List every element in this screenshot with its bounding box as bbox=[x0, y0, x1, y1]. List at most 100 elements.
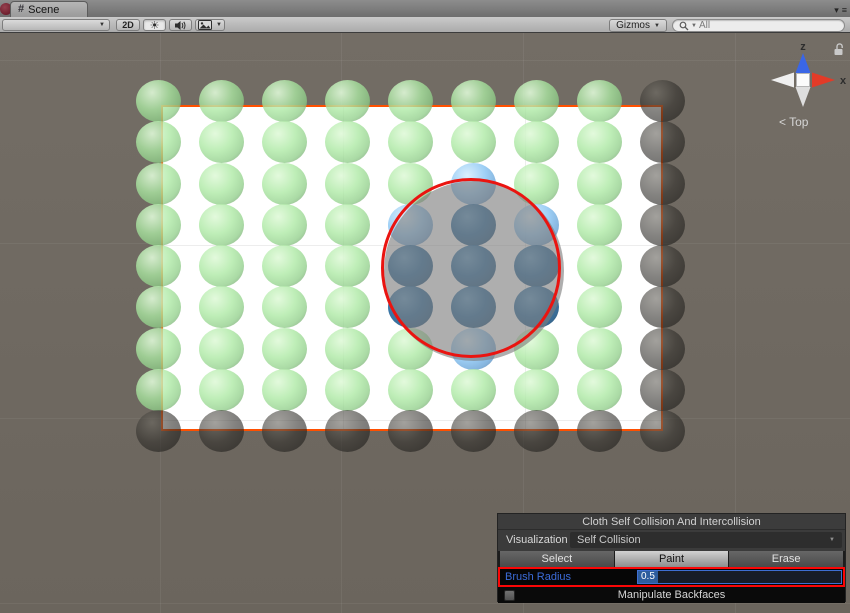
cloth-particle[interactable] bbox=[199, 410, 244, 452]
cloth-particle[interactable] bbox=[451, 369, 496, 411]
effects-toggle-button[interactable] bbox=[195, 19, 215, 31]
cloth-particle[interactable] bbox=[577, 204, 622, 246]
cloth-particle[interactable] bbox=[388, 80, 433, 122]
search-scope-label: All bbox=[699, 20, 710, 31]
cloth-particle[interactable] bbox=[640, 163, 685, 205]
cloth-particle[interactable] bbox=[577, 245, 622, 287]
cloth-particle[interactable] bbox=[199, 286, 244, 328]
cloth-particle[interactable] bbox=[262, 245, 307, 287]
gizmos-dropdown[interactable]: Gizmos ▼ bbox=[609, 19, 667, 32]
visualization-label: Visualization bbox=[506, 534, 568, 546]
tab-scene[interactable]: # Scene bbox=[10, 1, 88, 17]
brush-radius-value: 0.5 bbox=[638, 571, 658, 583]
tab-paint[interactable]: Paint bbox=[615, 551, 729, 567]
cloth-particle[interactable] bbox=[199, 204, 244, 246]
cloth-particle[interactable] bbox=[136, 369, 181, 411]
cloth-particle[interactable] bbox=[325, 121, 370, 163]
cloth-particle[interactable] bbox=[388, 369, 433, 411]
cloth-particle[interactable] bbox=[325, 369, 370, 411]
z-axis-label: z bbox=[800, 41, 806, 53]
tab-erase[interactable]: Erase bbox=[729, 551, 843, 567]
cloth-particle[interactable] bbox=[136, 80, 181, 122]
neg-x-axis-cone[interactable] bbox=[771, 73, 794, 88]
cloth-particle[interactable] bbox=[514, 369, 559, 411]
cloth-particle[interactable] bbox=[262, 286, 307, 328]
cloth-particle[interactable] bbox=[451, 80, 496, 122]
scene-viewport[interactable]: z x < Top Cloth Self Collision And Inter… bbox=[0, 33, 850, 613]
cloth-particle[interactable] bbox=[262, 163, 307, 205]
cloth-particle[interactable] bbox=[640, 204, 685, 246]
brush-radius-field[interactable]: 0.5 bbox=[637, 570, 842, 584]
chevron-down-icon: ▼ bbox=[829, 537, 835, 543]
effects-dropdown[interactable]: ▼ bbox=[214, 19, 225, 31]
cloth-particle[interactable] bbox=[262, 369, 307, 411]
cloth-particle[interactable] bbox=[577, 410, 622, 452]
cloth-particle[interactable] bbox=[325, 163, 370, 205]
cloth-particle[interactable] bbox=[325, 410, 370, 452]
z-axis-cone[interactable] bbox=[796, 53, 811, 73]
cloth-particle[interactable] bbox=[199, 163, 244, 205]
cloth-particle[interactable] bbox=[640, 328, 685, 370]
cloth-particle[interactable] bbox=[262, 80, 307, 122]
cloth-particle[interactable] bbox=[199, 328, 244, 370]
search-icon bbox=[679, 21, 689, 31]
cloth-particle[interactable] bbox=[136, 328, 181, 370]
cloth-particle[interactable] bbox=[577, 328, 622, 370]
cloth-particle[interactable] bbox=[262, 121, 307, 163]
gizmo-center-cube[interactable] bbox=[797, 74, 810, 87]
x-axis-cone[interactable] bbox=[812, 73, 835, 88]
cloth-particle[interactable] bbox=[640, 121, 685, 163]
cloth-particle[interactable] bbox=[514, 410, 559, 452]
cloth-particle[interactable] bbox=[136, 121, 181, 163]
lighting-toggle-button[interactable]: ☀ bbox=[143, 19, 166, 31]
scene-grid-icon: # bbox=[18, 4, 24, 15]
cloth-particle[interactable] bbox=[199, 80, 244, 122]
cloth-particle[interactable] bbox=[325, 286, 370, 328]
cloth-particle[interactable] bbox=[136, 410, 181, 452]
view-orientation-label[interactable]: < Top bbox=[779, 115, 808, 129]
cloth-particle[interactable] bbox=[577, 80, 622, 122]
audio-toggle-button[interactable] bbox=[169, 19, 192, 31]
neg-z-axis-cone[interactable] bbox=[796, 87, 811, 107]
tab-select[interactable]: Select bbox=[500, 551, 614, 567]
cloth-particle[interactable] bbox=[325, 245, 370, 287]
cloth-particle[interactable] bbox=[136, 245, 181, 287]
unity-scene-window: # Scene ▾ ≡ ▼ 2D ☀ bbox=[0, 0, 850, 613]
cloth-particle[interactable] bbox=[199, 245, 244, 287]
cloth-particle[interactable] bbox=[451, 410, 496, 452]
cloth-particle[interactable] bbox=[388, 410, 433, 452]
search-filter-caret-icon: ▼ bbox=[691, 23, 697, 29]
cloth-particle[interactable] bbox=[640, 369, 685, 411]
cloth-particle[interactable] bbox=[262, 204, 307, 246]
speaker-icon bbox=[174, 20, 187, 31]
cloth-particle[interactable] bbox=[262, 410, 307, 452]
cloth-particle[interactable] bbox=[199, 369, 244, 411]
cloth-particle[interactable] bbox=[136, 286, 181, 328]
cloth-particle[interactable] bbox=[388, 121, 433, 163]
toggle-2d-button[interactable]: 2D bbox=[116, 19, 140, 31]
lock-icon[interactable] bbox=[833, 42, 845, 56]
cloth-particle[interactable] bbox=[451, 121, 496, 163]
cloth-particle[interactable] bbox=[136, 163, 181, 205]
search-input[interactable]: ▼ All bbox=[672, 19, 845, 32]
visualization-dropdown[interactable]: Self Collision ▼ bbox=[570, 532, 842, 548]
cloth-particle[interactable] bbox=[577, 369, 622, 411]
cloth-particle[interactable] bbox=[325, 80, 370, 122]
cloth-particle[interactable] bbox=[325, 328, 370, 370]
pane-menu-icon[interactable]: ≡ bbox=[842, 6, 847, 15]
cloth-particle[interactable] bbox=[199, 121, 244, 163]
cloth-particle[interactable] bbox=[640, 410, 685, 452]
scene-toolbar: ▼ 2D ☀ ▼ Gizmos ▼ bbox=[0, 17, 850, 33]
manipulate-backfaces-checkbox[interactable] bbox=[504, 590, 515, 601]
cloth-particle[interactable] bbox=[262, 328, 307, 370]
cloth-particle[interactable] bbox=[136, 204, 181, 246]
cloth-particle[interactable] bbox=[514, 80, 559, 122]
cloth-particle[interactable] bbox=[640, 286, 685, 328]
cloth-particle[interactable] bbox=[325, 204, 370, 246]
cloth-particle[interactable] bbox=[640, 80, 685, 122]
cloth-particle[interactable] bbox=[577, 163, 622, 205]
cloth-particle[interactable] bbox=[640, 245, 685, 287]
draw-mode-dropdown[interactable]: ▼ bbox=[2, 19, 110, 31]
pane-caret-icon[interactable]: ▾ bbox=[834, 6, 839, 15]
brush-radius-row: Brush Radius 0.5 bbox=[498, 567, 845, 587]
